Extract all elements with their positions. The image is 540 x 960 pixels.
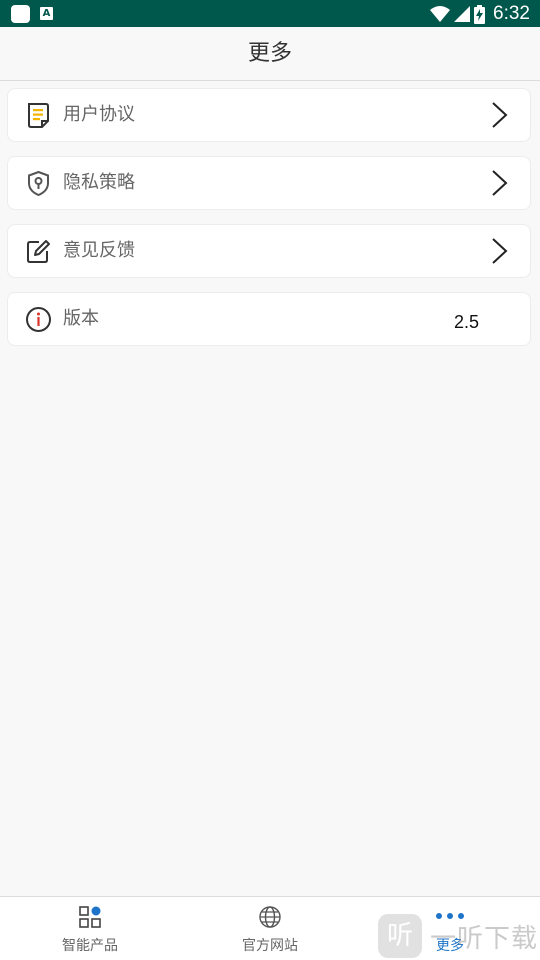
menu-item-feedback[interactable]: 意见反馈 <box>7 224 531 278</box>
tab-smart-products[interactable]: 智能产品 <box>0 897 180 960</box>
menu-item-label: 版本 <box>63 308 99 329</box>
document-icon <box>25 102 52 129</box>
chevron-right-icon <box>490 169 510 197</box>
app-square-icon <box>11 5 30 23</box>
shield-keyhole-icon <box>25 170 52 197</box>
tab-official-website[interactable]: 官方网站 <box>180 897 360 960</box>
grid-apps-icon <box>78 905 102 929</box>
page-title: 更多 <box>247 41 292 66</box>
tab-more[interactable]: 更多 <box>360 897 540 960</box>
menu-item-privacy-policy[interactable]: 隐私策略 <box>7 156 531 210</box>
chevron-right-icon <box>490 101 510 129</box>
tab-label: 更多 <box>436 938 464 954</box>
status-time: 6:32 <box>493 3 530 24</box>
menu-item-label: 用户协议 <box>63 104 135 125</box>
system-icons: 6:32 <box>430 3 530 25</box>
cell-signal-icon <box>454 6 471 22</box>
menu-item-version: 版本 2.5 <box>7 292 531 346</box>
status-bar: A 6:32 <box>0 0 540 27</box>
battery-charging-icon <box>474 4 486 24</box>
menu-item-user-agreement[interactable]: 用户协议 <box>7 88 531 142</box>
menu-item-label: 隐私策略 <box>63 172 135 193</box>
more-dots-icon <box>436 905 464 929</box>
tab-label: 官方网站 <box>242 938 298 954</box>
font-a-icon: A <box>40 7 53 20</box>
edit-pencil-icon <box>25 238 52 265</box>
tab-label: 智能产品 <box>62 938 118 954</box>
page-header: 更多 <box>0 27 540 81</box>
globe-icon <box>258 905 282 929</box>
bottom-tab-bar: 智能产品 官方网站 更多 <box>0 896 540 960</box>
chevron-right-icon <box>490 237 510 265</box>
info-circle-icon <box>25 306 52 333</box>
version-value: 2.5 <box>454 312 480 332</box>
wifi-icon <box>430 6 451 22</box>
menu-item-label: 意见反馈 <box>63 240 135 261</box>
